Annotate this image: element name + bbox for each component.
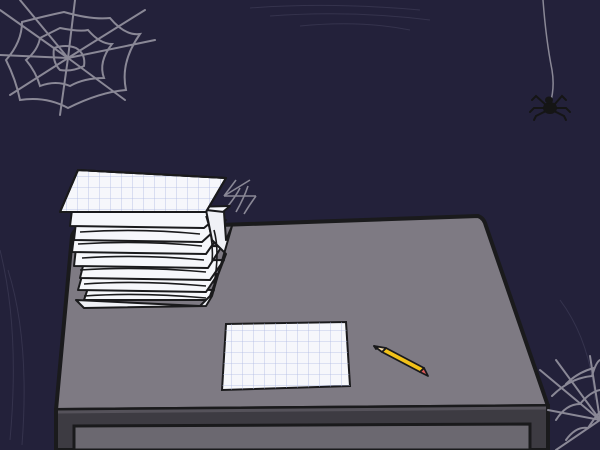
desk-drawer: [72, 422, 532, 450]
paper-stack: [59, 169, 233, 309]
game-scene: [0, 0, 600, 450]
scene-canvas: [0, 0, 600, 450]
single-grid-sheet: [220, 320, 352, 392]
